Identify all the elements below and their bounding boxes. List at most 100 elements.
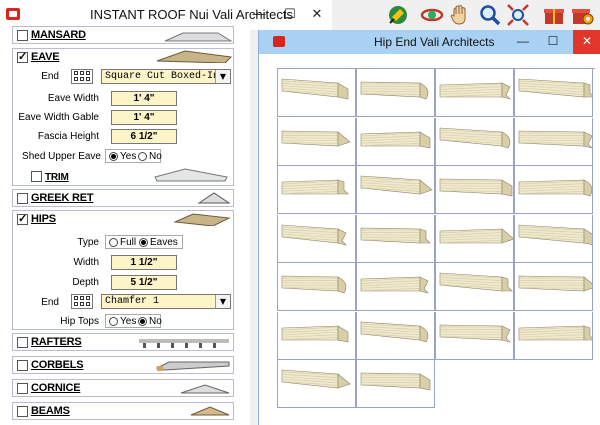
hip-end-option[interactable] bbox=[356, 117, 435, 166]
hip-end-thumbnail-icon bbox=[281, 224, 347, 246]
hips-depth-label: Depth bbox=[72, 277, 99, 288]
hip-end-thumbnail-icon bbox=[439, 178, 513, 197]
hip-tops-no-label: No bbox=[149, 316, 162, 327]
hip-end-thumbnail-icon bbox=[281, 369, 351, 389]
chevron-down-icon[interactable]: ▼ bbox=[215, 70, 230, 83]
section-hips: HIPS Type Full Eaves Width 1 1/2" Depth … bbox=[12, 210, 234, 330]
section-corbels: CORBELS bbox=[12, 356, 234, 374]
hip-end-thumbnail-icon bbox=[518, 224, 592, 245]
mansard-label: MANSARD bbox=[31, 29, 86, 41]
cornice-checkbox[interactable] bbox=[17, 383, 28, 394]
hip-end-window-title: Hip End Vali Architects bbox=[374, 35, 495, 49]
rafters-checkbox[interactable] bbox=[17, 337, 28, 348]
close-icon[interactable]: ✕ bbox=[302, 0, 332, 30]
minimize-icon[interactable]: — bbox=[509, 30, 537, 54]
eave-width-gable-field[interactable]: 1' 4" bbox=[111, 110, 177, 125]
corbels-checkbox[interactable] bbox=[17, 360, 28, 371]
hip-end-option[interactable] bbox=[514, 117, 593, 166]
pan-hand-icon[interactable] bbox=[448, 3, 472, 27]
hip-end-option[interactable] bbox=[514, 311, 593, 360]
fascia-height-label: Fascia Height bbox=[37, 131, 99, 142]
beams-checkbox[interactable] bbox=[17, 406, 28, 417]
hip-end-option[interactable] bbox=[277, 69, 356, 117]
hip-end-titlebar: Hip End Vali Architects — ☐ ✕ bbox=[259, 30, 600, 54]
hip-tops-label: Hip Tops bbox=[60, 316, 99, 327]
gift-icon[interactable] bbox=[542, 3, 566, 27]
eave-checkbox[interactable] bbox=[17, 50, 28, 63]
hip-end-option[interactable] bbox=[277, 360, 356, 408]
app-logo-icon bbox=[273, 36, 285, 47]
shed-yes-radio[interactable] bbox=[109, 152, 118, 161]
hip-end-option[interactable] bbox=[277, 214, 356, 263]
hip-end-thumbnail-icon bbox=[281, 130, 351, 146]
trim-checkbox[interactable] bbox=[31, 171, 42, 182]
hips-depth-field[interactable]: 5 1/2" bbox=[111, 275, 177, 290]
hip-end-thumbnail-icon bbox=[360, 372, 431, 391]
fascia-height-field[interactable]: 6 1/2" bbox=[111, 129, 177, 144]
hip-end-option[interactable] bbox=[435, 166, 514, 214]
hip-end-gallery bbox=[277, 68, 595, 425]
eave-width-field[interactable]: 1' 4" bbox=[111, 91, 177, 106]
mansard-checkbox[interactable] bbox=[17, 30, 28, 41]
hip-end-option[interactable] bbox=[277, 166, 356, 214]
eave-end-grid-button[interactable] bbox=[71, 69, 93, 84]
hip-end-option[interactable] bbox=[356, 263, 435, 311]
hip-end-option[interactable] bbox=[356, 311, 435, 360]
eave-width-label: Eave Width bbox=[47, 93, 99, 104]
hips-type-label: Type bbox=[77, 237, 99, 248]
hip-end-option[interactable] bbox=[435, 263, 514, 311]
maximize-icon[interactable]: ☐ bbox=[539, 30, 567, 54]
shed-no-radio[interactable] bbox=[138, 152, 147, 161]
chevron-down-icon[interactable]: ▼ bbox=[215, 295, 230, 308]
hip-tops-radio-group: Yes No bbox=[105, 314, 162, 328]
eave-end-select[interactable]: Square Cut Boxed-In ▼ bbox=[101, 69, 231, 84]
hips-full-radio[interactable] bbox=[109, 238, 118, 247]
hip-end-window: Hip End Vali Architects — ☐ ✕ bbox=[258, 30, 600, 425]
shed-upper-eave-radio-group: Yes No bbox=[105, 149, 162, 163]
hip-end-option[interactable] bbox=[514, 166, 593, 214]
hip-end-option[interactable] bbox=[435, 117, 514, 166]
hip-end-option[interactable] bbox=[356, 214, 435, 263]
section-eave: EAVE End Square Cut Boxed-In ▼ Eave Widt… bbox=[12, 48, 234, 186]
hips-end-select[interactable]: Chamfer 1 ▼ bbox=[101, 294, 231, 309]
eave-width-gable-label: Eave Width Gable bbox=[18, 112, 99, 123]
orbit-icon[interactable] bbox=[420, 3, 444, 27]
hip-end-option[interactable] bbox=[356, 166, 435, 214]
maximize-icon[interactable]: ☐ bbox=[275, 0, 305, 30]
hip-end-thumbnail-icon bbox=[518, 130, 592, 148]
hip-end-option[interactable] bbox=[514, 214, 593, 263]
zoom-extents-icon[interactable] bbox=[506, 3, 530, 27]
greek-ret-checkbox[interactable] bbox=[17, 193, 28, 204]
mansard-preview-icon bbox=[164, 32, 233, 42]
close-icon[interactable]: ✕ bbox=[573, 30, 600, 54]
hip-end-option[interactable] bbox=[435, 214, 514, 263]
hip-end-option[interactable] bbox=[277, 263, 356, 311]
hips-end-grid-button[interactable] bbox=[71, 294, 93, 309]
zoom-icon[interactable] bbox=[478, 3, 502, 27]
hip-end-option[interactable] bbox=[277, 311, 356, 360]
hip-tops-no-radio[interactable] bbox=[138, 317, 147, 326]
pointer-paint-icon[interactable] bbox=[386, 3, 410, 27]
eave-end-label: End bbox=[41, 71, 59, 82]
hips-width-field[interactable]: 1 1/2" bbox=[111, 255, 177, 270]
beams-label: BEAMS bbox=[31, 405, 70, 417]
hips-eaves-radio[interactable] bbox=[139, 238, 148, 247]
hip-end-option[interactable] bbox=[356, 69, 435, 117]
hip-end-thumbnail-icon bbox=[360, 81, 429, 100]
hip-end-option[interactable] bbox=[435, 311, 514, 360]
hip-tops-yes-radio[interactable] bbox=[109, 317, 118, 326]
hip-end-option[interactable] bbox=[277, 117, 356, 166]
eave-label: EAVE bbox=[31, 51, 60, 63]
gift-gear-icon[interactable] bbox=[570, 3, 594, 27]
hip-end-option[interactable] bbox=[514, 263, 593, 311]
minimize-icon[interactable]: — bbox=[244, 0, 274, 30]
rafters-label: RAFTERS bbox=[31, 336, 82, 348]
hip-end-thumbnail-icon bbox=[518, 179, 592, 197]
hips-preview-icon bbox=[173, 213, 231, 226]
hip-end-option[interactable] bbox=[435, 69, 514, 117]
hips-checkbox[interactable] bbox=[17, 212, 28, 225]
hip-end-option[interactable] bbox=[356, 360, 435, 408]
shed-upper-eave-label: Shed Upper Eave bbox=[22, 151, 101, 162]
hip-end-thumbnail-icon bbox=[281, 275, 347, 294]
hip-end-option[interactable] bbox=[514, 69, 593, 117]
